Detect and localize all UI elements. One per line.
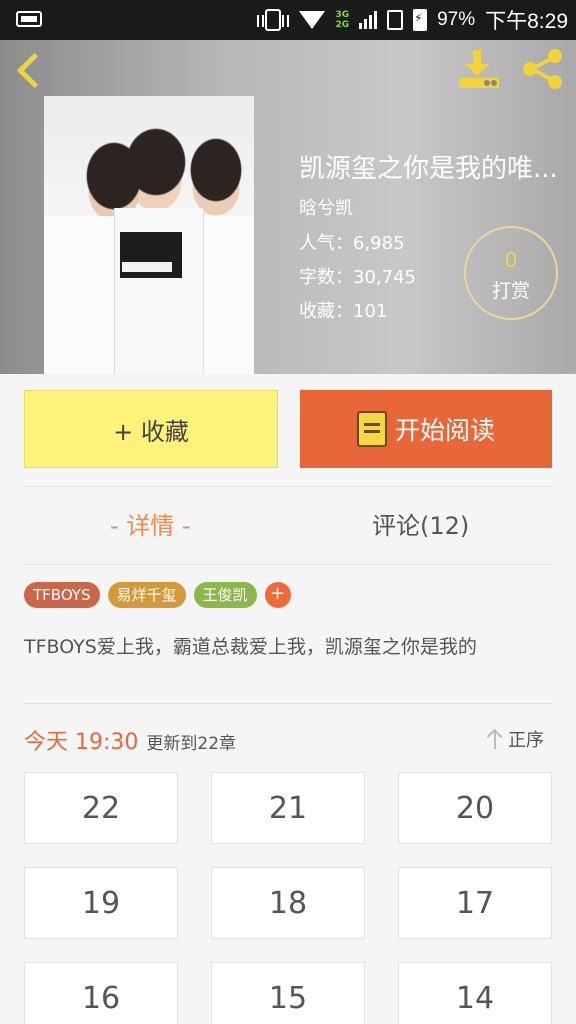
chapter-button[interactable]: 14 xyxy=(398,962,552,1024)
update-info: 今天 19:30 更新到22章 xyxy=(24,724,236,756)
add-favorite-label: + 收藏 xyxy=(113,417,189,446)
tab-comments[interactable]: 评论(12) xyxy=(372,506,469,541)
reward-count: 0 xyxy=(504,248,518,272)
clock: 下午8:29 xyxy=(485,10,568,33)
battery-icon xyxy=(413,9,428,31)
update-time: 今天 19:30 xyxy=(24,730,139,755)
download-icon xyxy=(459,50,499,88)
book-cover-image[interactable] xyxy=(44,96,254,374)
chapter-grid: 22 21 20 19 18 17 16 15 14 xyxy=(24,772,552,1024)
share-icon xyxy=(523,49,562,89)
add-favorite-button[interactable]: + 收藏 xyxy=(24,390,278,468)
chapter-button[interactable]: 21 xyxy=(211,772,365,844)
favorites-stat: 收藏：101 xyxy=(299,301,388,322)
network-type-top: 3G xyxy=(335,10,350,20)
divider xyxy=(24,703,552,704)
word-count-stat: 字数：30,745 xyxy=(299,267,416,288)
chapter-button[interactable]: 22 xyxy=(24,772,178,844)
screen-icon xyxy=(16,11,42,27)
add-tag-button[interactable]: + xyxy=(264,582,291,608)
book-description: TFBOYS爱上我，霸道总裁爱上我，凯源玺之你是我的 xyxy=(24,636,477,658)
share-button[interactable] xyxy=(520,48,566,90)
sort-order-button[interactable]: 正序 xyxy=(488,726,544,752)
battery-percent: 97% xyxy=(437,9,476,30)
book-header: 凯源玺之你是我的唯... 晗兮凯 人气：6,985 字数：30,745 收藏：1… xyxy=(0,40,576,374)
tag-yiyang-qianxi[interactable]: 易烊千玺 xyxy=(107,582,186,608)
wifi-icon xyxy=(299,11,326,29)
update-text: 更新到22章 xyxy=(146,734,237,754)
tag-list: TFBOYS 易烊千玺 王俊凯 + xyxy=(24,582,291,608)
divider xyxy=(24,564,552,565)
tag-tfboys[interactable]: TFBOYS xyxy=(24,582,100,608)
status-bar: 3G 2G 97% 下午8:29 xyxy=(0,0,576,40)
start-reading-label: 开始阅读 xyxy=(394,416,495,445)
chapter-button[interactable]: 16 xyxy=(24,962,178,1024)
signal-icon xyxy=(359,11,378,29)
tab-detail[interactable]: - 详情 - xyxy=(110,506,191,541)
reward-button[interactable]: 0 打赏 xyxy=(464,226,558,320)
download-button[interactable] xyxy=(456,48,502,90)
book-title: 凯源玺之你是我的唯... xyxy=(299,154,558,184)
divider xyxy=(24,486,552,487)
sim-icon xyxy=(387,10,404,30)
chapter-button[interactable]: 17 xyxy=(398,867,552,939)
network-type: 3G 2G xyxy=(335,10,349,30)
popularity-stat: 人气：6,985 xyxy=(299,233,405,254)
network-type-bottom: 2G xyxy=(335,20,350,30)
reward-label: 打赏 xyxy=(491,280,530,302)
arrow-up-icon xyxy=(488,729,502,749)
sort-order-label: 正序 xyxy=(508,730,544,751)
chapter-button[interactable]: 15 xyxy=(211,962,365,1024)
chapter-button[interactable]: 18 xyxy=(211,867,365,939)
book-author[interactable]: 晗兮凯 xyxy=(299,194,353,220)
tag-wang-junkai[interactable]: 王俊凯 xyxy=(193,582,257,608)
chapter-button[interactable]: 19 xyxy=(24,867,178,939)
book-icon xyxy=(356,411,387,447)
start-reading-button[interactable]: 开始阅读 xyxy=(300,390,552,468)
chapter-button[interactable]: 20 xyxy=(398,772,552,844)
back-button[interactable] xyxy=(14,50,50,90)
vibrate-icon xyxy=(257,9,290,31)
